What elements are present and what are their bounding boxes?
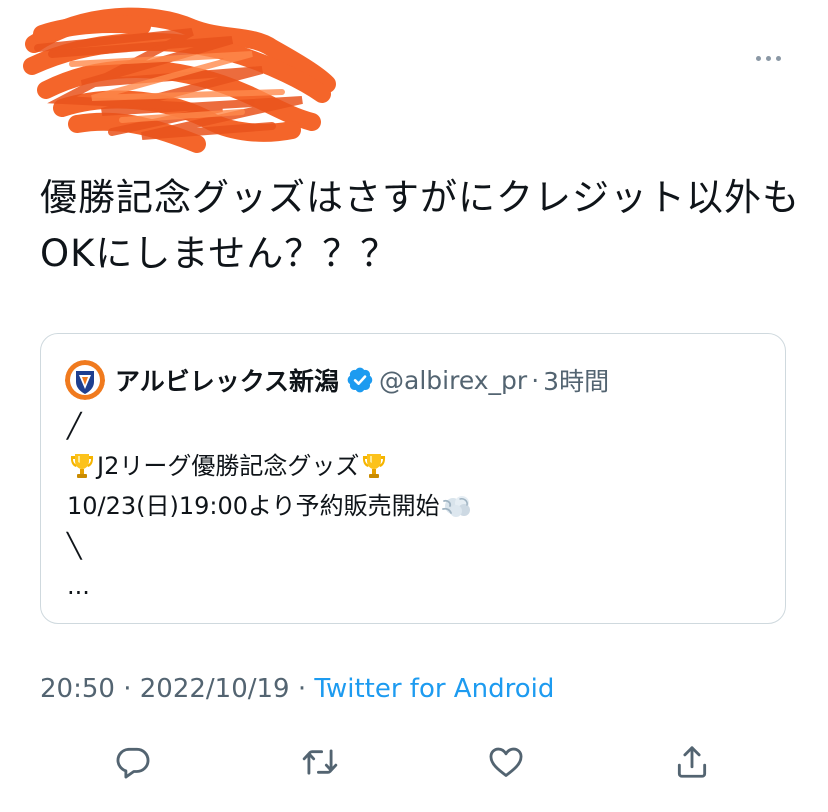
- quoted-tweet-text: ╱ J2リーグ優勝記念グッズ 10/23(日)19:00より予約販売開始 ╲ .…: [67, 406, 474, 606]
- trophy-emoji: [363, 454, 386, 478]
- quoted-line-title: J2リーグ優勝記念グッズ: [67, 446, 474, 486]
- quoted-display-name[interactable]: アルビレックス新潟: [115, 362, 339, 398]
- quoted-handle[interactable]: @albirex_pr: [379, 366, 527, 395]
- header-separator: ·: [531, 365, 540, 395]
- tweet-date[interactable]: 2022/10/19: [140, 674, 290, 704]
- meta-separator: ·: [114, 674, 140, 704]
- tweet-text: 優勝記念グッズはさすがにクレジット以外もOKにしません？？？: [40, 176, 800, 275]
- meta-separator: ·: [289, 674, 315, 704]
- quoted-line-ellipsis: ...: [67, 572, 90, 600]
- heart-icon: [489, 747, 523, 777]
- tweet-source-link[interactable]: Twitter for Android: [314, 674, 554, 704]
- retweet-button[interactable]: [298, 740, 342, 784]
- tweet-meta: 20:50 · 2022/10/19 · Twitter for Android: [40, 674, 554, 704]
- avatar[interactable]: [65, 360, 105, 400]
- share-button[interactable]: [670, 740, 714, 784]
- redaction-scribble: [23, 7, 336, 153]
- quoted-line-close: ╲: [67, 532, 82, 560]
- quoted-tweet-card[interactable]: アルビレックス新潟 @albirex_pr · 3時間 ╱ J2リーグ優勝記念グ…: [40, 333, 786, 624]
- dash-emoji: [441, 496, 470, 517]
- trophy-emoji: [70, 454, 94, 478]
- more-options-button[interactable]: [748, 46, 788, 70]
- retweet-icon: [302, 749, 338, 775]
- quoted-line-date: 10/23(日)19:00より予約販売開始: [67, 486, 474, 526]
- more-horizontal-icon: [755, 55, 761, 61]
- quoted-line-open: ╱: [67, 412, 82, 440]
- tweet-time[interactable]: 20:50: [40, 674, 115, 704]
- tweet-action-bar: [0, 736, 828, 786]
- like-button[interactable]: [484, 740, 528, 784]
- verified-badge-icon: [347, 367, 373, 393]
- quoted-tweet-header: アルビレックス新潟 @albirex_pr · 3時間: [65, 360, 609, 400]
- reply-button[interactable]: [111, 740, 155, 784]
- share-icon: [677, 746, 707, 778]
- reply-icon: [116, 747, 150, 779]
- quoted-timestamp[interactable]: 3時間: [543, 362, 609, 398]
